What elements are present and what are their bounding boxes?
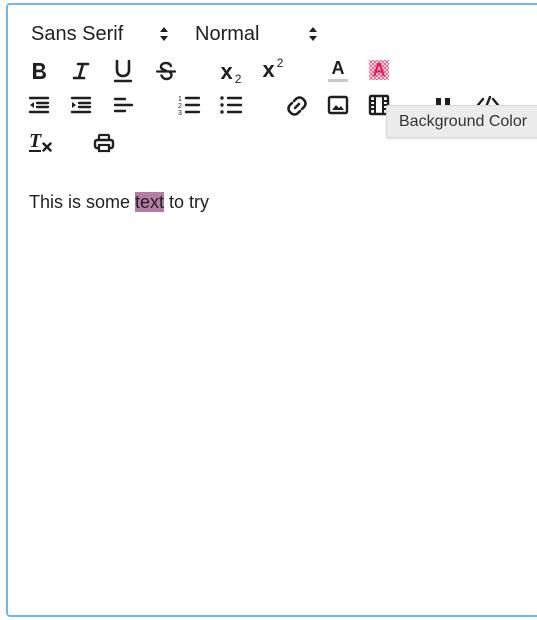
clean-formatting-button[interactable]: T [26, 128, 54, 156]
indent-icon [70, 96, 92, 114]
subscript-button[interactable]: x 2 [217, 58, 245, 86]
ordered-list-button[interactable]: 1 2 3 [175, 92, 203, 118]
bold-button[interactable] [26, 58, 52, 84]
image-icon [327, 95, 349, 115]
clean-formatting-icon: T [27, 130, 53, 154]
align-button[interactable] [110, 92, 136, 118]
print-button[interactable] [91, 130, 117, 156]
subscript-icon: x 2 [220, 59, 242, 86]
svg-text:1: 1 [178, 96, 182, 103]
tooltip-text: Background Color [399, 112, 528, 130]
bold-icon [33, 63, 46, 79]
size-picker[interactable]: Normal [195, 21, 325, 47]
strike-button[interactable] [153, 58, 179, 84]
editor-text-before: This is some [29, 192, 136, 212]
highlighted-text: text [135, 192, 165, 212]
text-color-letter: A [331, 57, 345, 78]
editor-text-after: to try [164, 192, 210, 212]
text-color-button[interactable]: A [325, 56, 351, 84]
ordered-list-icon: 1 2 3 [178, 96, 201, 116]
background-color-letter: A [372, 60, 386, 80]
superscript-base: x [262, 57, 275, 82]
indent-button[interactable] [68, 92, 94, 118]
strike-icon [155, 61, 177, 81]
font-picker[interactable]: Sans Serif [31, 21, 177, 47]
close-icon [42, 142, 52, 152]
subscript-base: x [220, 59, 233, 84]
svg-text:3: 3 [178, 110, 182, 116]
toolbar: Sans Serif Normal x 2 x 2 A A 1 2 3 T [0, 0, 537, 170]
text-color-bar [328, 78, 348, 82]
outdent-icon [28, 96, 50, 114]
image-button[interactable] [325, 92, 351, 118]
italic-icon [72, 62, 90, 80]
size-picker-label: Normal [195, 22, 260, 45]
font-picker-label: Sans Serif [31, 22, 124, 45]
text-color-icon: A [328, 59, 348, 82]
tooltip-background-color: Background Color [386, 105, 537, 138]
underline-icon [113, 59, 133, 83]
svg-text:2: 2 [178, 103, 182, 110]
align-left-icon [113, 97, 134, 113]
italic-button[interactable] [68, 58, 94, 84]
subscript-digit: 2 [234, 72, 242, 86]
superscript-button[interactable]: x 2 [259, 56, 287, 84]
editor-content[interactable]: This is some text to try [29, 192, 209, 213]
background-color-icon: A [368, 59, 390, 81]
background-color-button[interactable]: A [366, 57, 392, 83]
superscript-digit: 2 [276, 56, 284, 70]
up-down-arrows-icon [159, 26, 169, 42]
print-icon [93, 133, 115, 153]
superscript-icon: x 2 [262, 56, 284, 82]
underline-button[interactable] [110, 57, 136, 85]
up-down-arrows-icon [308, 26, 318, 42]
bullet-list-icon [220, 96, 243, 114]
underline-bar [29, 150, 41, 152]
link-button[interactable] [283, 92, 311, 120]
outdent-button[interactable] [26, 92, 52, 118]
bullet-list-button[interactable] [217, 92, 245, 118]
link-icon [287, 96, 307, 116]
